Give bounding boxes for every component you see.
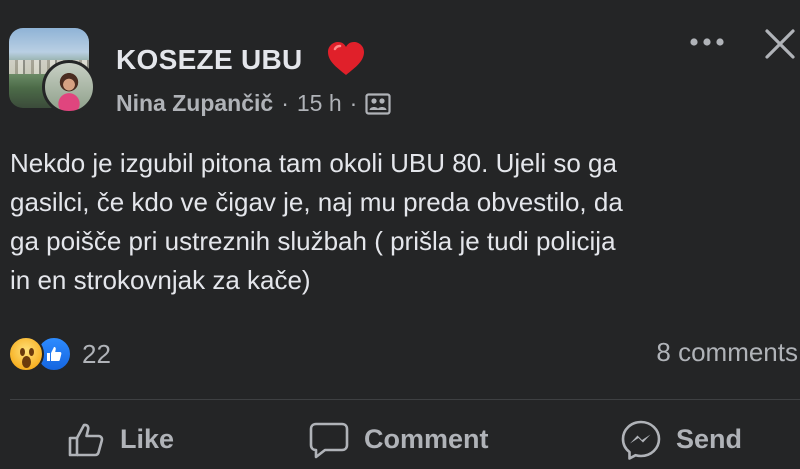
thumbs-up-icon bbox=[47, 347, 62, 361]
messenger-icon bbox=[621, 420, 661, 460]
post-text-line: gasilci, če kdo ve čigav je, naj mu pred… bbox=[10, 187, 623, 217]
close-icon[interactable] bbox=[758, 22, 800, 64]
like-label: Like bbox=[120, 424, 175, 454]
post-text-line: in en strokovnjak za kače) bbox=[10, 265, 311, 295]
meta-separator: · bbox=[281, 90, 289, 116]
divider bbox=[10, 399, 800, 400]
group-members-icon bbox=[365, 92, 391, 115]
reactions-summary[interactable]: 22 bbox=[8, 334, 111, 374]
thumbs-up-icon bbox=[68, 423, 104, 456]
post-text-line: ga poišče pri ustreznih službah ( prišla… bbox=[10, 226, 616, 256]
comment-bubble-icon bbox=[309, 422, 349, 458]
post-timestamp[interactable]: 15 h bbox=[297, 90, 342, 117]
heart-icon bbox=[328, 42, 364, 75]
send-label: Send bbox=[676, 424, 743, 454]
group-name[interactable]: KOSEZE UBU bbox=[116, 44, 303, 76]
post-actions-bar: Like Comment Send bbox=[0, 410, 800, 469]
post-body: Nekdo je izgubil pitona tam okoli UBU 80… bbox=[10, 144, 795, 300]
author-name[interactable]: Nina Zupančič bbox=[116, 90, 273, 117]
more-options-button[interactable] bbox=[685, 27, 729, 57]
comments-count-link[interactable]: 8 comments bbox=[656, 337, 798, 368]
wow-icon bbox=[8, 336, 44, 372]
post-header: KOSEZE UBU Nina Zupančič · 15 h · bbox=[0, 0, 800, 125]
post-text-line: Nekdo je izgubil pitona tam okoli UBU 80… bbox=[10, 148, 617, 178]
reaction-count: 22 bbox=[82, 338, 111, 369]
more-dots-icon bbox=[690, 38, 724, 46]
send-button[interactable]: Send bbox=[620, 410, 742, 469]
post-meta: Nina Zupančič · 15 h · bbox=[116, 90, 391, 117]
like-button[interactable]: Like bbox=[66, 410, 174, 469]
meta-separator: · bbox=[349, 90, 358, 116]
author-avatar[interactable] bbox=[42, 60, 96, 114]
comment-button[interactable]: Comment bbox=[308, 410, 489, 469]
comment-label: Comment bbox=[364, 424, 489, 454]
